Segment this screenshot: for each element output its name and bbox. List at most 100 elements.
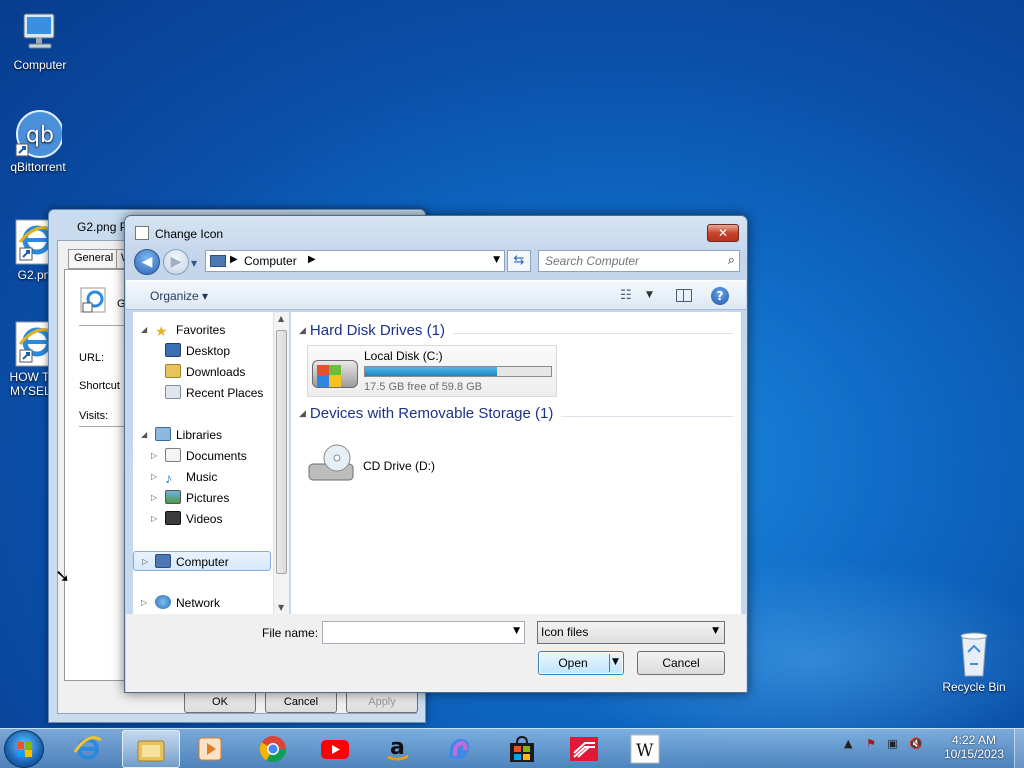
expand-arrow-icon[interactable]: ▷ [151,509,157,529]
group-removable-storage[interactable]: ◢ Devices with Removable Storage (1) [299,405,553,422]
command-bar: Organize ▾ ☷ ▼ ? [126,280,746,310]
microsoft-store-icon [510,735,534,762]
show-hidden-icons-icon[interactable]: ▲ [844,737,852,750]
address-dropdown-icon[interactable]: ▼ [493,255,500,265]
copilot-icon [449,739,470,759]
expand-arrow-icon[interactable]: ▷ [141,593,147,613]
back-arrow-icon: ◀ [141,254,153,270]
open-options-chevron-icon[interactable]: ▼ [612,657,619,667]
taskbar-youtube[interactable] [307,730,365,768]
star-icon: ★ [155,323,168,339]
volume-muted-icon[interactable]: 🔇 [909,737,923,750]
open-button[interactable]: Open ▼ [538,651,624,675]
taskbar-copilot[interactable] [431,730,489,768]
desktop-icon-label: Recycle Bin [942,680,1006,694]
refresh-icon: ⇆ [513,253,525,268]
scroll-thumb[interactable] [276,330,287,574]
tab-general[interactable]: General [68,249,120,269]
back-button[interactable]: ◀ [134,249,160,275]
cancel-button[interactable]: Cancel [265,691,337,713]
preview-pane-icon[interactable] [676,289,692,302]
action-center-flag-icon[interactable]: ⚑ [866,737,876,750]
forward-button[interactable]: ▶ [163,249,189,275]
taskbar-file-explorer[interactable] [122,730,180,768]
nav-computer[interactable]: ▷ Computer [133,551,271,571]
desktop-icon-qbittorrent[interactable]: qb qBittorrent [0,110,78,174]
nav-libraries[interactable]: ◢ Libraries [141,425,222,445]
dialog-footer: File name: ▼ Icon files ▼ Open ▼ Cancel [126,614,746,692]
desktop-icon-recycle-bin[interactable]: Recycle Bin [934,630,1014,694]
collapse-arrow-icon[interactable]: ◢ [299,408,306,418]
address-bar[interactable]: ▶ Computer ▶ ▼ [205,250,505,272]
nav-downloads[interactable]: Downloads [165,362,245,382]
nav-recent-places[interactable]: Recent Places [165,383,263,403]
help-icon[interactable]: ? [711,287,729,305]
network-status-icon[interactable]: ▣ [887,737,897,750]
recycle-bin-icon [950,630,998,678]
nav-favorites[interactable]: ◢ ★ Favorites [141,320,225,340]
taskbar-bank-of-america[interactable] [556,730,614,768]
nav-desktop[interactable]: Desktop [165,341,230,361]
nav-pictures[interactable]: ▷ Pictures [151,488,229,508]
file-type-select[interactable]: Icon files ▼ [537,621,725,644]
expand-arrow-icon[interactable]: ▷ [142,552,148,572]
nav-network[interactable]: ▷ Network [141,593,220,613]
drive-name: CD Drive (D:) [363,459,435,473]
breadcrumb-computer[interactable]: Computer [244,254,297,268]
taskbar-chrome[interactable] [245,730,303,768]
drive-local-disk-c[interactable]: Local Disk (C:) 17.5 GB free of 59.8 GB [307,345,557,397]
collapse-arrow-icon[interactable]: ◢ [141,425,147,445]
expand-arrow-icon[interactable]: ▷ [151,488,157,508]
expand-arrow-icon[interactable]: ▷ [151,467,157,487]
view-options-dropdown[interactable]: ▼ [646,290,653,300]
refresh-button[interactable]: ⇆ [507,250,531,272]
taskbar-media-player[interactable] [182,730,240,768]
change-view-icon[interactable]: ☷ [620,288,632,303]
breadcrumb-chevron-icon[interactable]: ▶ [308,254,316,265]
apply-button[interactable]: Apply [346,691,418,713]
start-button[interactable] [4,730,44,768]
nav-music[interactable]: ▷ ♪ Music [151,467,217,487]
ok-button[interactable]: OK [184,691,256,713]
drive-cd-d[interactable]: CD Drive (D:) [307,432,457,488]
show-desktop-button[interactable] [1014,729,1024,768]
nav-label: Videos [186,512,223,526]
group-hard-disk-drives[interactable]: ◢ Hard Disk Drives (1) [299,322,445,339]
desktop-icon-label: qBittorrent [10,160,66,174]
system-clock[interactable]: 4:22 AM 10/15/2023 [938,733,1010,761]
taskbar-internet-explorer[interactable] [60,730,118,768]
scroll-up-icon[interactable]: ▲ [278,314,284,323]
collapse-arrow-icon[interactable]: ◢ [141,320,147,340]
nav-documents[interactable]: ▷ Documents [151,446,247,466]
shortcut-icon [79,286,107,314]
close-icon: ✕ [717,226,729,240]
nav-videos[interactable]: ▷ Videos [151,509,223,529]
collapse-arrow-icon[interactable]: ◢ [299,325,306,335]
window-title: G2.png P [77,220,128,234]
file-name-combobox[interactable]: ▼ [322,621,525,644]
search-icon[interactable]: ⌕ [728,253,735,268]
desktop-icon-label: Computer [13,58,67,72]
recent-pages-dropdown[interactable]: ▼ [191,259,197,268]
file-list: ◢ Hard Disk Drives (1) Local Disk (C:) 17… [291,312,741,614]
desktop-icon [165,343,181,357]
file-name-input[interactable] [327,623,507,642]
scroll-down-icon[interactable]: ▼ [278,603,284,612]
organize-menu[interactable]: Organize ▾ [150,289,208,303]
chevron-down-icon[interactable]: ▼ [513,626,520,636]
search-input[interactable] [545,252,715,270]
close-button[interactable]: ✕ [707,224,739,242]
cancel-button[interactable]: Cancel [637,651,725,675]
breadcrumb-chevron-icon[interactable]: ▶ [230,254,238,265]
change-icon-dialog[interactable]: Change Icon ✕ ◀ ▶ ▼ ▶ Computer ▶ ▼ ⇆ ⌕ O… [124,215,748,693]
taskbar-amazon[interactable]: a [370,730,428,768]
search-box[interactable]: ⌕ [538,250,740,272]
libraries-icon [155,427,171,441]
expand-arrow-icon[interactable]: ▷ [151,446,157,466]
nav-label: Recent Places [186,386,264,400]
taskbar-wikipedia[interactable]: W [617,730,675,768]
nav-scrollbar[interactable]: ▲ ▼ [273,312,289,614]
taskbar-microsoft-store[interactable] [494,730,552,768]
desktop-icon-computer[interactable]: Computer [0,8,80,72]
dialog-title: Change Icon [155,227,224,241]
